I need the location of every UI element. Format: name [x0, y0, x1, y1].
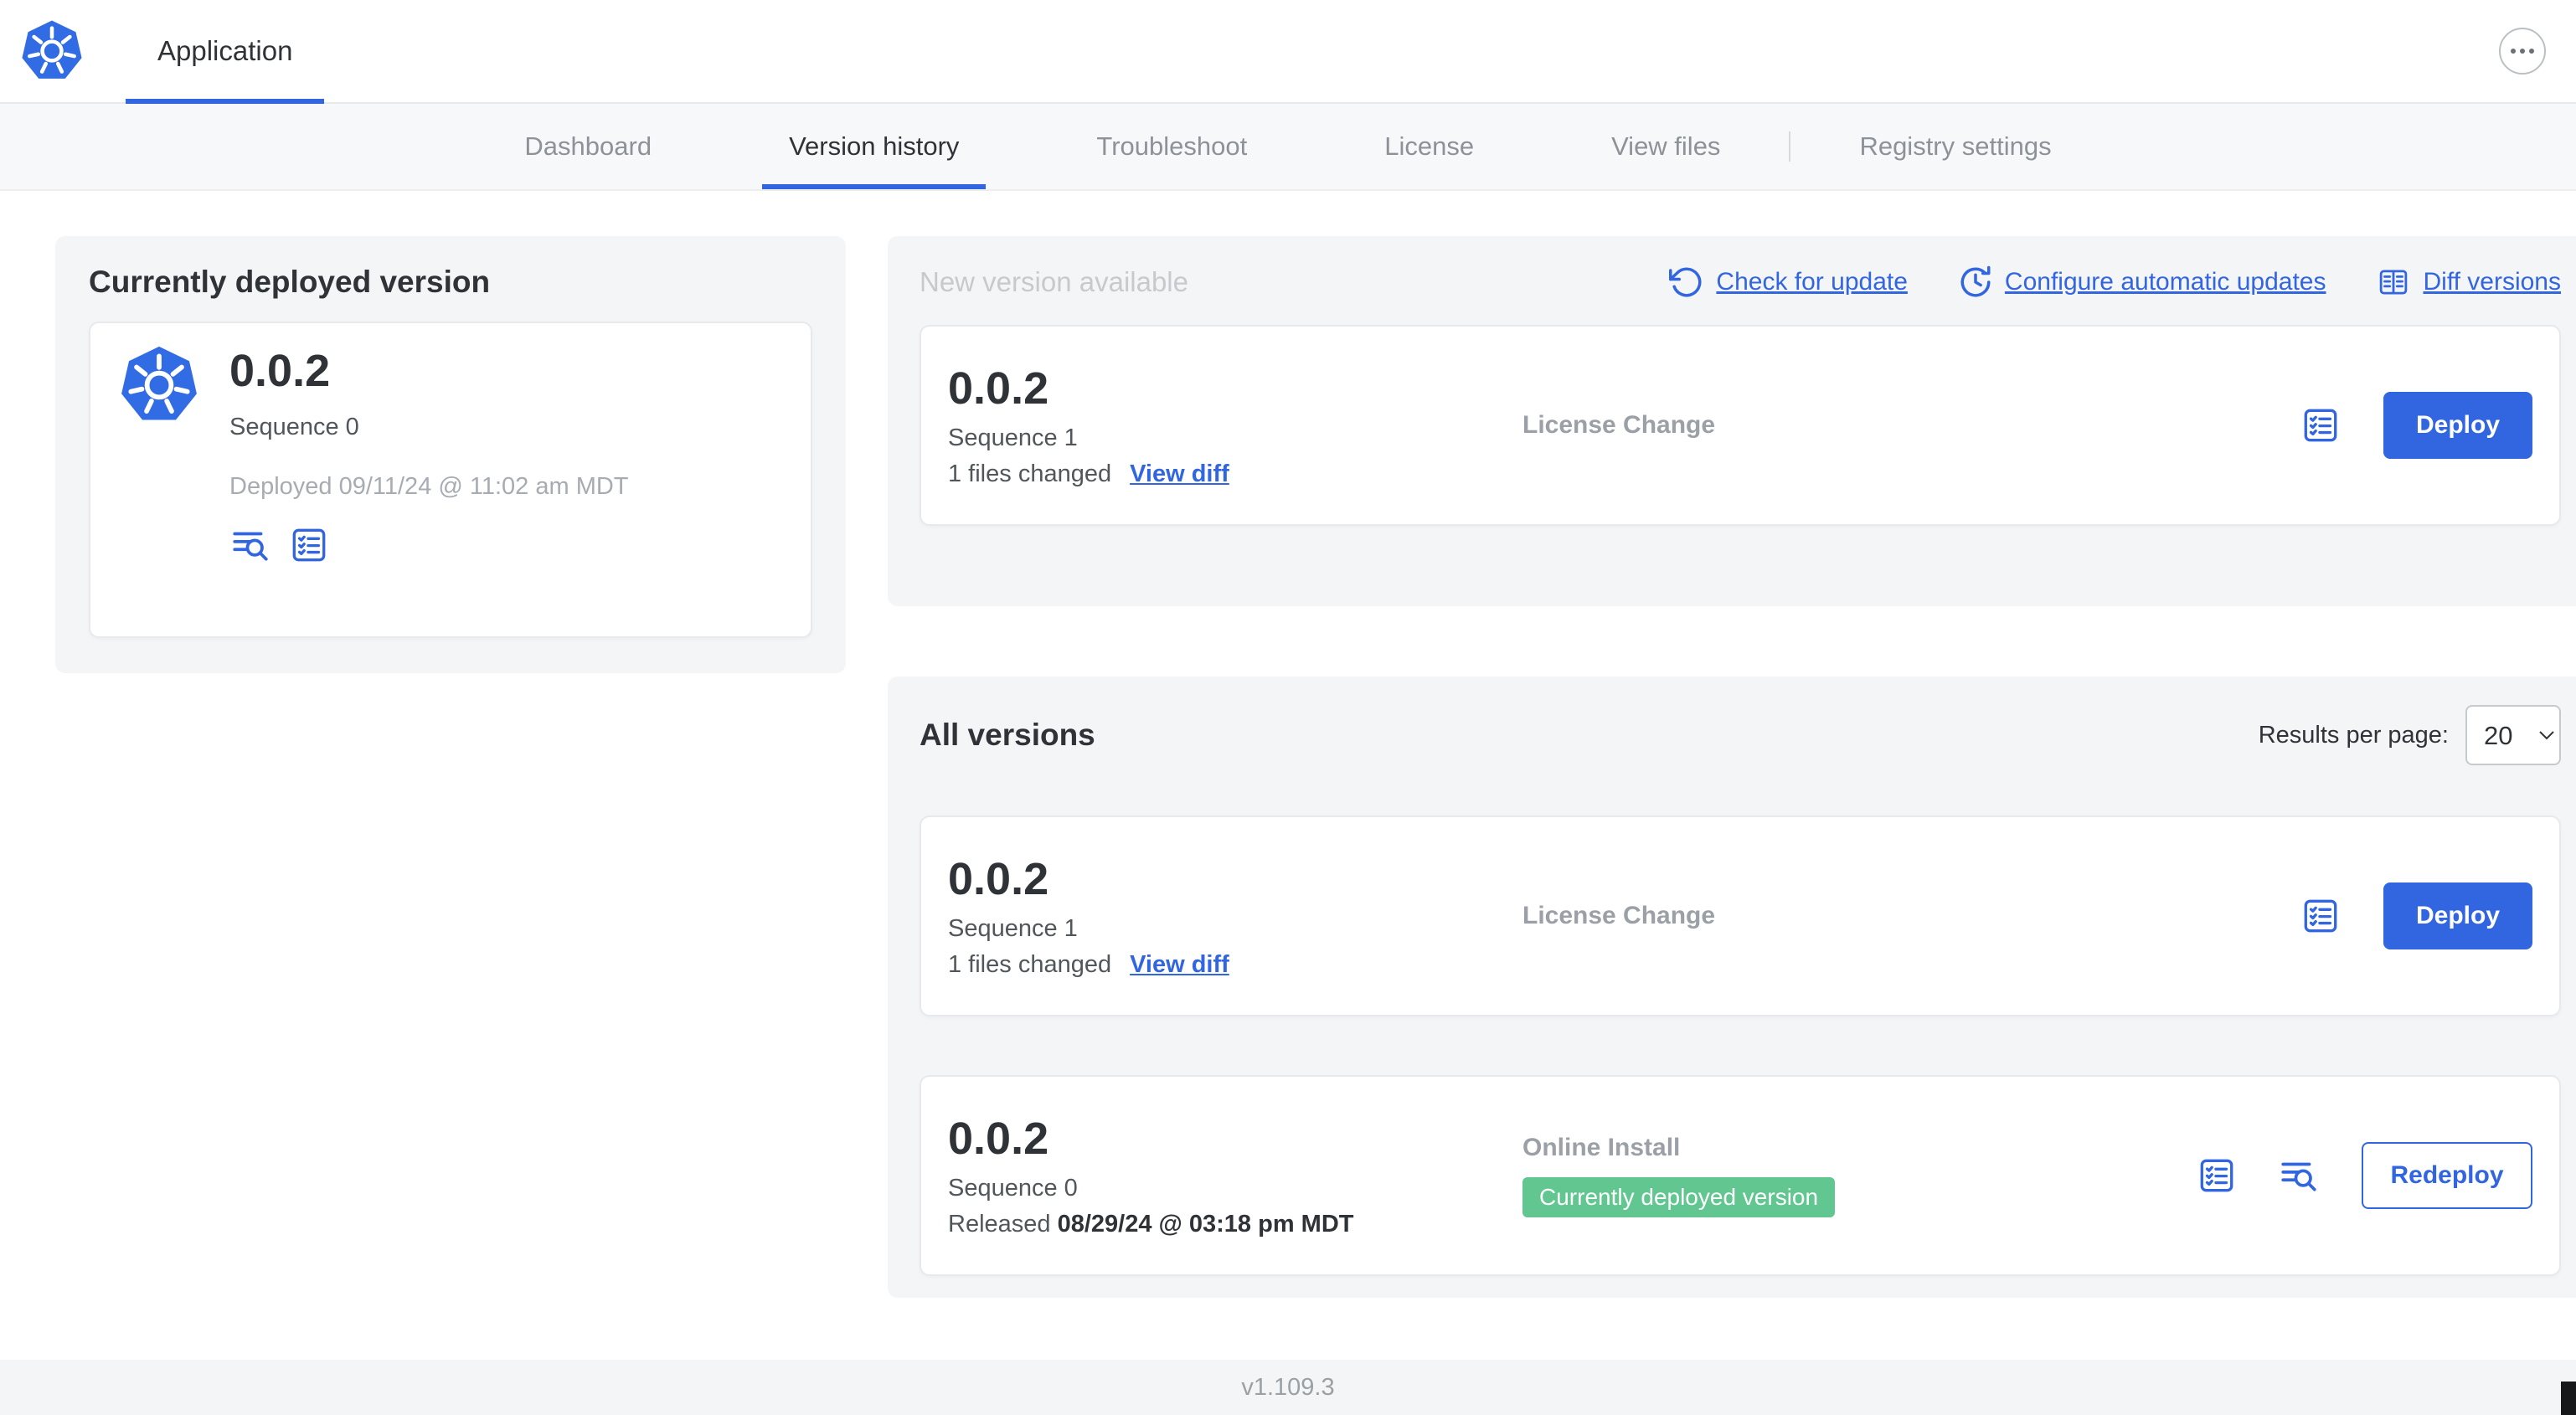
diff-versions-link[interactable]: Diff versions — [2376, 265, 2561, 300]
version-row: 0.0.2 Sequence 0 Released 08/29/24 @ 03:… — [920, 1075, 2561, 1276]
nav-divider — [1789, 131, 1791, 162]
preflight-checks-icon[interactable] — [288, 524, 330, 566]
console-version: v1.109.3 — [1241, 1373, 1335, 1401]
footer: v1.109.3 — [0, 1360, 2576, 1415]
tab-registry-settings[interactable]: Registry settings — [1832, 104, 2078, 189]
main-content: Currently deployed version 0.0.2 Sequenc… — [0, 191, 2576, 1298]
scrollbar-thumb[interactable] — [2561, 1382, 2576, 1415]
diff-icon — [2376, 265, 2411, 300]
version-number: 0.0.2 — [948, 1113, 1049, 1164]
version-source: License Change — [1522, 411, 1716, 439]
results-per-page-label: Results per page: — [2258, 721, 2449, 749]
currently-deployed-title: Currently deployed version — [89, 265, 491, 299]
app-subnav: Dashboard Version history Troubleshoot L… — [0, 104, 2576, 191]
deploy-button[interactable]: Deploy — [2383, 882, 2532, 949]
view-diff-link[interactable]: View diff — [1130, 461, 1229, 488]
current-version-info: 0.0.2 Sequence 0 Deployed 09/11/24 @ 11:… — [229, 345, 629, 615]
kubernetes-app-icon — [119, 345, 199, 425]
preflight-checks-icon[interactable] — [2300, 404, 2342, 446]
version-sequence: Sequence 1 — [948, 424, 1078, 452]
version-sequence: Sequence 0 — [948, 1175, 1078, 1202]
version-sequence: Sequence 1 — [948, 915, 1078, 943]
files-changed-label: 1 files changed — [948, 461, 1112, 488]
version-source: License Change — [1522, 902, 1716, 929]
page: Application Dashboard Version history Tr… — [0, 0, 2576, 1415]
version-rows: 0.0.2 Sequence 1 1 files changed View di… — [920, 790, 2561, 1276]
version-number: 0.0.2 — [948, 363, 1049, 414]
refresh-icon — [1669, 265, 1704, 300]
tab-application-label: Application — [157, 35, 293, 66]
version-number: 0.0.2 — [948, 853, 1049, 904]
currently-deployed-panel: Currently deployed version 0.0.2 Sequenc… — [55, 236, 846, 673]
preflight-checks-icon[interactable] — [2300, 895, 2342, 937]
current-version-actions — [229, 524, 629, 566]
tab-view-files[interactable]: View files — [1584, 104, 1747, 189]
all-versions-title: All versions — [920, 718, 1095, 752]
new-version-card: 0.0.2 Sequence 1 1 files changed View di… — [920, 325, 2561, 526]
overflow-menu-button[interactable] — [2499, 28, 2546, 75]
tab-license[interactable]: License — [1358, 104, 1501, 189]
active-tab-underline — [126, 99, 325, 104]
redeploy-button[interactable]: Redeploy — [2362, 1142, 2532, 1209]
all-versions-panel: All versions Results per page: 20 0.0.2 … — [888, 677, 2576, 1298]
ellipsis-icon — [2511, 49, 2534, 54]
kubernetes-logo-icon — [20, 19, 84, 83]
current-deployed-timestamp: Deployed 09/11/24 @ 11:02 am MDT — [229, 473, 629, 501]
check-for-update-link[interactable]: Check for update — [1669, 265, 1908, 300]
current-version-number: 0.0.2 — [229, 346, 331, 396]
clock-arrow-icon — [1958, 265, 1993, 300]
release-notes-icon[interactable] — [2278, 1155, 2320, 1196]
currently-deployed-card: 0.0.2 Sequence 0 Deployed 09/11/24 @ 11:… — [89, 322, 812, 638]
tab-troubleshoot[interactable]: Troubleshoot — [1069, 104, 1274, 189]
preflight-checks-icon[interactable] — [2196, 1155, 2238, 1196]
top-bar: Application — [0, 0, 2576, 104]
currently-deployed-badge: Currently deployed version — [1522, 1177, 1836, 1217]
current-sequence: Sequence 0 — [229, 414, 359, 441]
new-version-title: New version available — [920, 266, 1188, 297]
tab-application[interactable]: Application — [126, 0, 325, 104]
tab-version-history[interactable]: Version history — [762, 104, 986, 189]
deploy-button[interactable]: Deploy — [2383, 392, 2532, 459]
release-notes-icon[interactable] — [229, 524, 271, 566]
view-diff-link[interactable]: View diff — [1130, 951, 1229, 979]
tab-dashboard[interactable]: Dashboard — [497, 104, 678, 189]
released-timestamp: Released 08/29/24 @ 03:18 pm MDT — [948, 1211, 1354, 1238]
right-column: New version available Check for update C… — [888, 236, 2576, 1298]
files-changed-label: 1 files changed — [948, 951, 1112, 979]
results-per-page-select[interactable]: 20 — [2465, 705, 2561, 765]
configure-automatic-updates-link[interactable]: Configure automatic updates — [1958, 265, 2326, 300]
version-actions: Check for update Configure automatic upd… — [1669, 265, 2561, 300]
version-row: 0.0.2 Sequence 1 1 files changed View di… — [920, 816, 2561, 1016]
version-source: Online Install — [1522, 1134, 1681, 1161]
new-version-panel: New version available Check for update C… — [888, 236, 2576, 606]
